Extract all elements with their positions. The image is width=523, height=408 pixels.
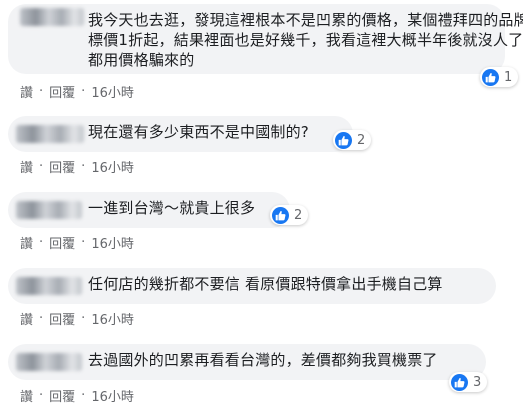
reaction-number: 3 [473,374,482,390]
comment-text: 一進到台灣～就貴上很多 [88,199,256,217]
timestamp[interactable]: 16小時 [91,309,134,328]
reaction-number: 1 [504,69,513,85]
comment-text: 任何店的幾折都不要信 看原價跟特價拿出手機自己算 [88,275,443,293]
separator-dot: · [81,235,86,250]
timestamp[interactable]: 16小時 [91,157,134,176]
blurred-commenter-name [20,8,84,26]
comment-actions: 讚 · 回覆 · 16小時 [20,82,134,101]
reply-link[interactable]: 回覆 [49,309,75,328]
reply-link[interactable]: 回覆 [49,386,75,405]
thumbs-up-icon [451,373,468,391]
comment-text: 現在還有多少東西不是中國制的? [88,123,309,141]
reaction-count[interactable]: 1 [480,67,519,87]
thumbs-up-icon [482,68,499,86]
comment-bubble: 現在還有多少東西不是中國制的? [8,116,353,152]
like-link[interactable]: 讚 [20,309,33,328]
separator-dot: · [39,311,44,326]
separator-dot: · [81,388,86,403]
comment-bubble: 任何店的幾折都不要信 看原價跟特價拿出手機自己算 [8,268,496,304]
like-link[interactable]: 讚 [20,233,33,252]
comment-bubble: 我今天也去逛，發現這裡根本不是凹累的價格，某個禮拜四的品牌，標價1折起，結果裡面… [8,4,523,74]
reply-link[interactable]: 回覆 [49,82,75,101]
like-link[interactable]: 讚 [20,82,33,101]
comment-actions: 讚 · 回覆 · 16小時 [20,309,134,328]
comment-text: 我今天也去逛，發現這裡根本不是凹累的價格，某個禮拜四的品牌，標價1折起，結果裡面… [88,11,523,69]
reaction-number: 2 [357,132,366,148]
blurred-commenter-name [16,277,82,295]
blurred-commenter-name [16,201,82,219]
comment-text: 去過國外的凹累再看看台灣的，差價都夠我買機票了 [88,351,438,369]
blurred-commenter-name [16,353,82,371]
comment-actions: 讚 · 回覆 · 16小時 [20,233,134,252]
reaction-number: 2 [294,207,303,223]
separator-dot: · [81,159,86,174]
timestamp[interactable]: 16小時 [91,386,134,405]
comment-bubble: 去過國外的凹累再看看台灣的，差價都夠我買機票了 [8,344,486,380]
comment-actions: 讚 · 回覆 · 16小時 [20,157,134,176]
comment-actions: 讚 · 回覆 · 16小時 [20,386,134,405]
separator-dot: · [39,84,44,99]
separator-dot: · [39,159,44,174]
separator-dot: · [39,235,44,250]
comment-bubble: 一進到台灣～就貴上很多 [8,192,290,228]
like-link[interactable]: 讚 [20,386,33,405]
reply-link[interactable]: 回覆 [49,157,75,176]
separator-dot: · [81,84,86,99]
timestamp[interactable]: 16小時 [91,233,134,252]
separator-dot: · [39,388,44,403]
blurred-commenter-name [16,125,84,143]
reaction-count[interactable]: 3 [449,372,488,392]
timestamp[interactable]: 16小時 [91,82,134,101]
like-link[interactable]: 讚 [20,157,33,176]
reply-link[interactable]: 回覆 [49,233,75,252]
separator-dot: · [81,311,86,326]
